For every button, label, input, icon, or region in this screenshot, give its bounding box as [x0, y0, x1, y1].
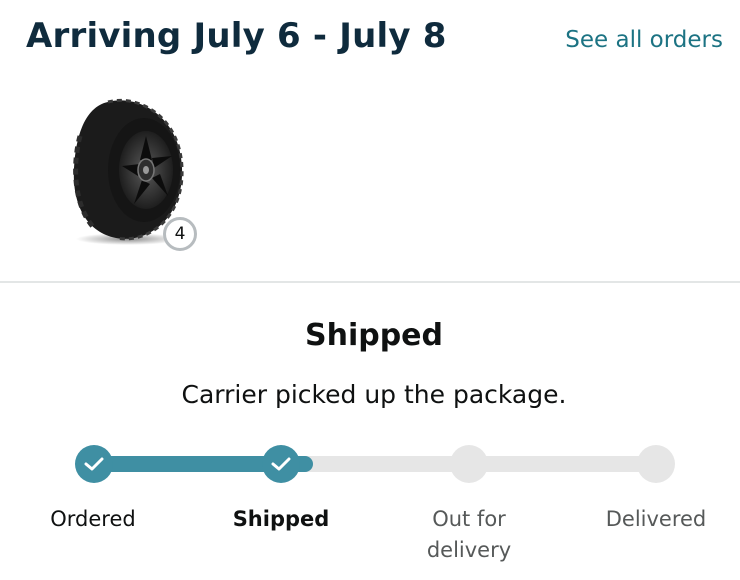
checkmark-icon: [271, 457, 291, 471]
order-header: Arriving July 6 - July 8 See all orders: [0, 0, 740, 80]
quantity-badge: 4: [163, 217, 197, 251]
step-label-shipped: Shipped: [232, 507, 330, 531]
step-out-for-delivery-node: [450, 445, 488, 483]
section-divider: [0, 281, 740, 283]
step-ordered-node: [75, 445, 113, 483]
shipment-status-description: Carrier picked up the package.: [181, 380, 567, 409]
step-shipped-node: [262, 445, 300, 483]
step-delivered-node: [637, 445, 675, 483]
step-label-delivered: Delivered: [605, 507, 707, 531]
checkmark-icon: [84, 457, 104, 471]
progress-tracker: Ordered Shipped Out for delivery Deliver…: [0, 440, 740, 580]
see-all-orders-link[interactable]: See all orders: [565, 27, 723, 53]
arrival-title: Arriving July 6 - July 8: [26, 16, 447, 56]
step-label-out-for-delivery: Out for delivery: [426, 507, 512, 562]
step-label-ordered: Ordered: [50, 507, 136, 531]
product-thumbnail[interactable]: 4: [68, 96, 208, 256]
shipment-status-title: Shipped: [304, 318, 444, 353]
